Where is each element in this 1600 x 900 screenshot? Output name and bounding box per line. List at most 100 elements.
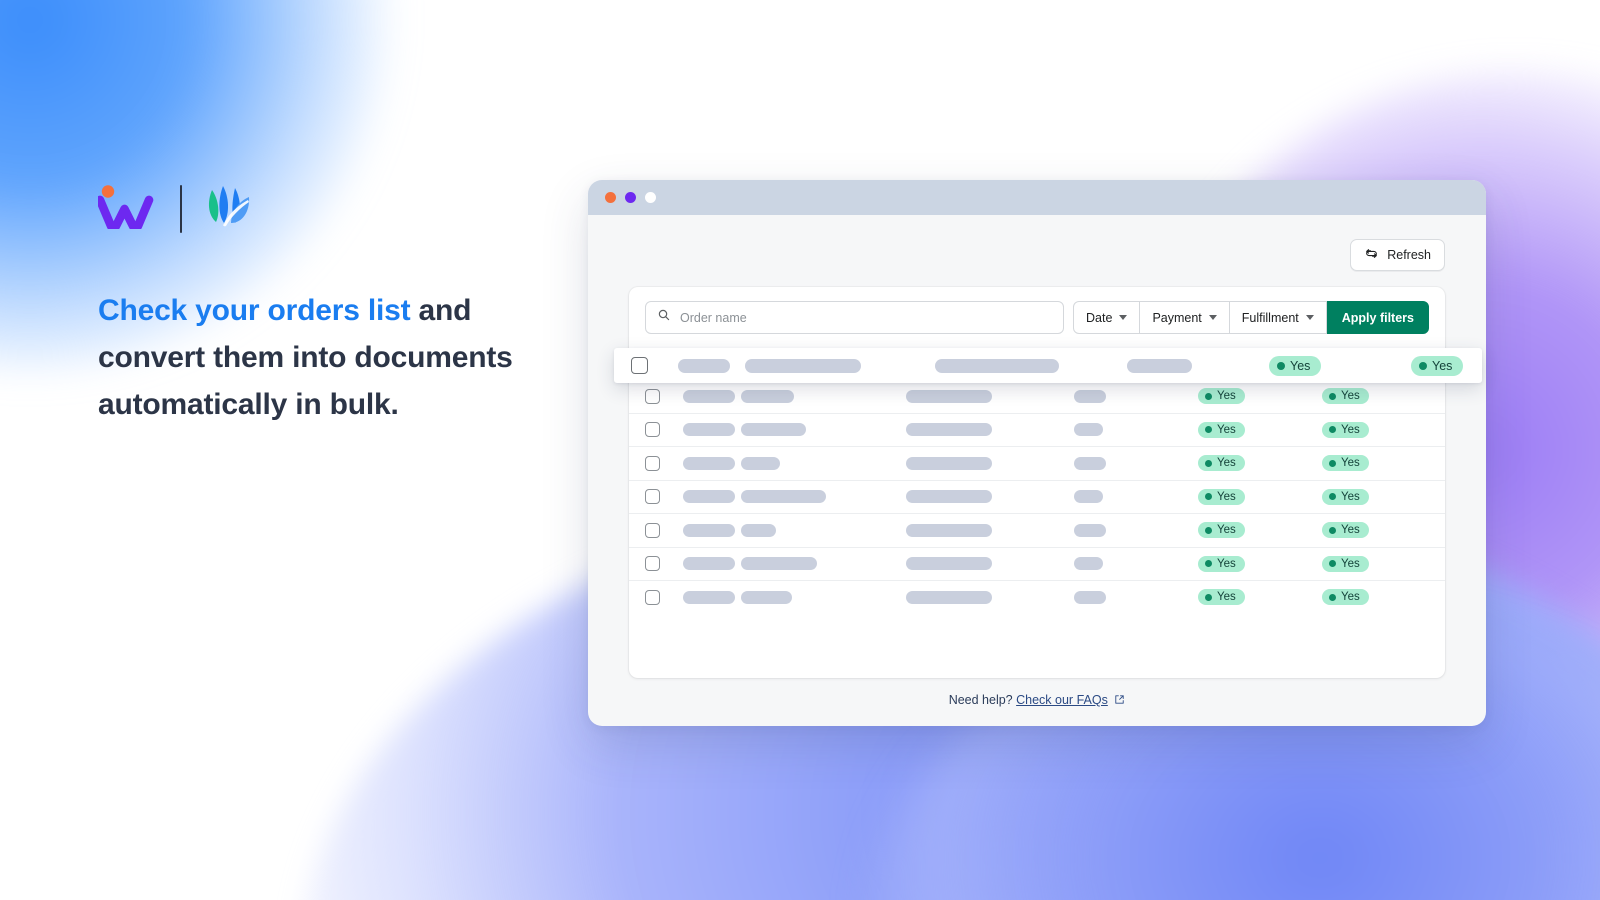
- row-number-cell: [683, 524, 741, 537]
- skeleton-placeholder: [683, 457, 735, 470]
- orders-table: # Customer VAT number Total Fully paid F…: [629, 345, 1445, 614]
- window-titlebar: [588, 180, 1486, 215]
- status-dot-icon: [1277, 362, 1285, 370]
- filter-date-dropdown[interactable]: Date: [1073, 301, 1140, 334]
- refresh-button[interactable]: Refresh: [1350, 239, 1445, 271]
- status-dot-icon: [1205, 560, 1212, 567]
- skeleton-placeholder: [1074, 591, 1106, 604]
- row-select-checkbox[interactable]: [645, 456, 660, 471]
- status-dot-icon: [1329, 594, 1336, 601]
- skeleton-placeholder: [683, 390, 735, 403]
- skeleton-placeholder: [906, 390, 992, 403]
- row-fully-fulfilled-cell: Yes: [1322, 489, 1429, 505]
- status-badge-label: Yes: [1341, 491, 1360, 503]
- skeleton-placeholder: [1074, 457, 1106, 470]
- row-fully-fulfilled-cell: Yes: [1322, 556, 1429, 572]
- row-fully-fulfilled-cell: Yes: [1322, 455, 1429, 471]
- status-badge-label: Yes: [1217, 457, 1236, 469]
- table-row[interactable]: Yes Yes: [629, 547, 1445, 581]
- chevron-down-icon: [1306, 315, 1314, 320]
- skeleton-placeholder: [683, 490, 735, 503]
- status-badge: Yes: [1322, 388, 1369, 404]
- row-vat-cell: [906, 591, 1074, 604]
- row-fully-paid-cell: Yes: [1198, 388, 1322, 404]
- apply-filters-button[interactable]: Apply filters: [1327, 301, 1429, 334]
- row-total-cell: [1074, 490, 1198, 503]
- browser-window: Refresh Order name: [588, 180, 1486, 726]
- skeleton-placeholder: [906, 557, 992, 570]
- table-row[interactable]: YesYes: [629, 580, 1445, 614]
- status-badge: Yes: [1198, 422, 1245, 438]
- status-badge: Yes: [1198, 556, 1245, 572]
- filter-payment-dropdown[interactable]: Payment: [1140, 301, 1229, 334]
- table-row[interactable]: YesYes: [629, 480, 1445, 514]
- status-badge-label: Yes: [1341, 390, 1360, 402]
- row-select-checkbox[interactable]: [645, 556, 660, 571]
- row-vat-cell: [906, 457, 1074, 470]
- status-dot-icon: [1329, 560, 1336, 567]
- table-row[interactable]: Yes Yes: [629, 446, 1445, 480]
- skeleton-placeholder: [741, 557, 817, 570]
- row-select-checkbox[interactable]: [645, 590, 660, 605]
- footer-need-help-text: Need help?: [949, 693, 1013, 707]
- skeleton-placeholder: [741, 490, 826, 503]
- row-customer-cell: [741, 390, 906, 403]
- row-select-cell: [645, 422, 683, 437]
- filter-dropdown-group: Date Payment Fulfillment Apply filt: [1073, 301, 1429, 334]
- row-total-cell: [1074, 457, 1198, 470]
- status-badge-label: Yes: [1217, 524, 1236, 536]
- row-select-cell: [645, 556, 683, 571]
- row-vat-cell: [906, 390, 1074, 403]
- row-number-cell: [678, 359, 745, 373]
- skeleton-placeholder: [906, 457, 992, 470]
- window-close-dot[interactable]: [605, 192, 616, 203]
- row-total-cell: [1074, 423, 1198, 436]
- row-fully-fulfilled-cell: Yes: [1322, 589, 1429, 605]
- row-select-checkbox[interactable]: [631, 357, 648, 374]
- window-minimize-dot[interactable]: [625, 192, 636, 203]
- status-dot-icon: [1205, 527, 1212, 534]
- logo-lockup: [98, 178, 528, 240]
- status-badge: Yes: [1322, 422, 1369, 438]
- table-row[interactable]: Yes Yes: [629, 413, 1445, 447]
- status-badge-label: Yes: [1217, 558, 1236, 570]
- row-fully-fulfilled-cell: Yes: [1411, 356, 1482, 376]
- status-dot-icon: [1329, 426, 1336, 433]
- row-total-cell: [1074, 390, 1198, 403]
- skeleton-placeholder: [1074, 390, 1106, 403]
- row-total-cell: [1127, 359, 1269, 373]
- skeleton-placeholder: [683, 524, 735, 537]
- status-badge: Yes: [1322, 589, 1369, 605]
- status-dot-icon: [1205, 393, 1212, 400]
- filter-fulfillment-dropdown[interactable]: Fulfillment: [1230, 301, 1327, 334]
- row-number-cell: [683, 423, 741, 436]
- row-select-checkbox[interactable]: [645, 422, 660, 437]
- window-maximize-dot[interactable]: [645, 192, 656, 203]
- table-row-featured[interactable]: Yes Yes: [614, 348, 1482, 383]
- row-total-cell: [1074, 557, 1198, 570]
- hero-section: Check your orders list and convert them …: [98, 178, 528, 428]
- row-customer-cell: [745, 359, 935, 373]
- filter-payment-label: Payment: [1152, 311, 1201, 325]
- status-badge: Yes: [1198, 455, 1245, 471]
- app-footer: Need help? Check our FAQs: [588, 693, 1486, 708]
- status-dot-icon: [1205, 594, 1212, 601]
- row-fully-fulfilled-cell: Yes: [1322, 422, 1429, 438]
- row-fully-paid-cell: Yes: [1198, 422, 1322, 438]
- row-total-cell: [1074, 591, 1198, 604]
- search-input[interactable]: Order name: [645, 301, 1064, 334]
- skeleton-placeholder: [678, 359, 730, 373]
- skeleton-placeholder: [906, 423, 992, 436]
- row-select-checkbox[interactable]: [645, 523, 660, 538]
- row-select-checkbox[interactable]: [645, 389, 660, 404]
- row-select-checkbox[interactable]: [645, 489, 660, 504]
- chevron-down-icon: [1119, 315, 1127, 320]
- table-row[interactable]: Yes Yes: [629, 379, 1445, 413]
- table-row[interactable]: YesYes: [629, 513, 1445, 547]
- row-customer-cell: [741, 591, 906, 604]
- faq-link[interactable]: Check our FAQs: [1016, 693, 1108, 707]
- status-badge-label: Yes: [1341, 457, 1360, 469]
- app-body: Refresh Order name: [588, 215, 1486, 726]
- skeleton-placeholder: [683, 557, 735, 570]
- row-fully-paid-cell: Yes: [1198, 589, 1322, 605]
